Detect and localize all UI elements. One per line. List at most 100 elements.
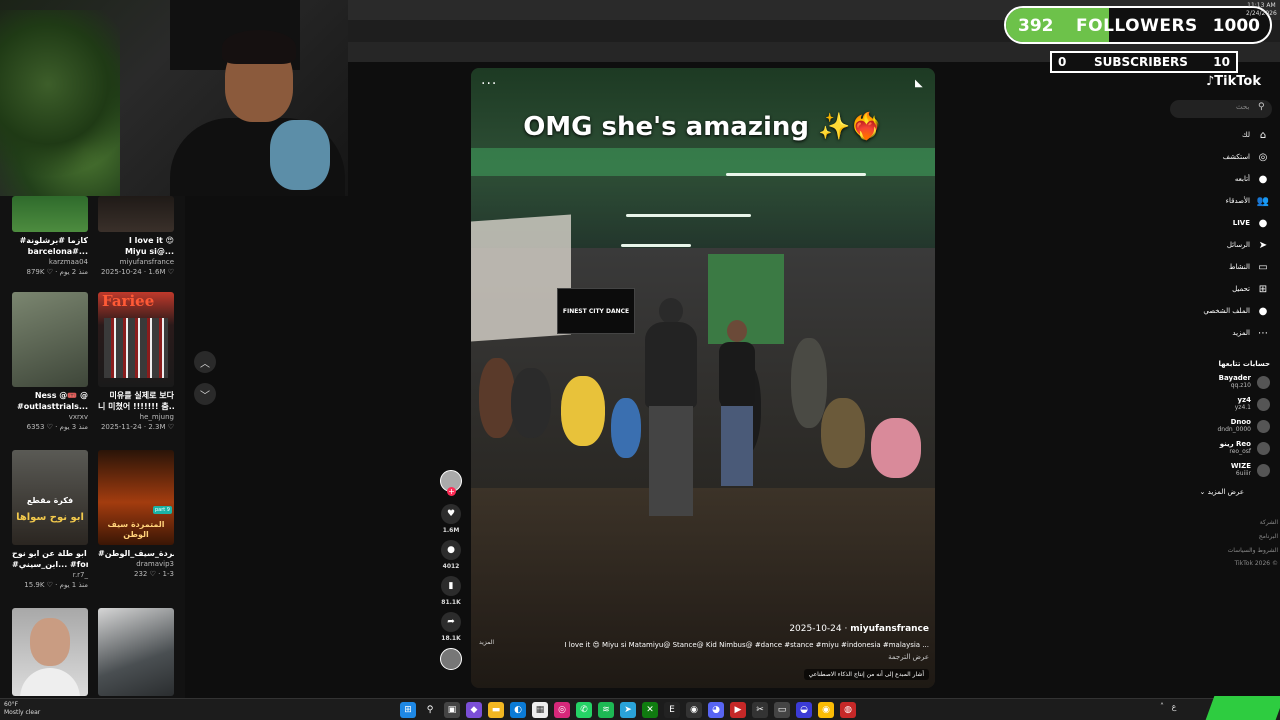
grid-card-4[interactable]: Fariee 미유를 실제로 보다 니 미쳤어 !!!!!!! 춤... he_… — [98, 292, 178, 432]
comment-button[interactable]: ● 4012 — [436, 540, 466, 570]
grid-card-3[interactable]: Ness @🎟️ @ #outlasttrials... vxrxv 6353 … — [12, 292, 92, 432]
grid-thumbnail[interactable] — [12, 292, 88, 387]
author-avatar[interactable]: + — [440, 470, 462, 496]
grid-thumbnail[interactable] — [98, 196, 174, 232]
copilot-icon[interactable]: ◆ — [466, 702, 482, 718]
footer-terms[interactable]: الشروط والسياسات — [1228, 547, 1278, 554]
chrome-icon[interactable]: ◉ — [818, 702, 834, 718]
sidebar-item-following-avatar[interactable]: أتابعه ● — [1150, 172, 1270, 186]
search-icon[interactable]: ⚲ — [422, 702, 438, 718]
grid-card-1[interactable]: #كازما #برشلونة barcelona#... karzmaa04 … — [12, 196, 92, 277]
heart-icon[interactable]: ♥ — [441, 504, 461, 524]
language-indicator[interactable]: ع — [1172, 702, 1177, 711]
sidebar-item-label: المزيد — [1232, 329, 1250, 337]
sidebar-item-upload[interactable]: تحميل ⊞ — [1150, 282, 1270, 296]
grid-thumbnail[interactable]: Fariee — [98, 292, 174, 387]
edge-icon[interactable]: ◐ — [510, 702, 526, 718]
sidebar-item-more[interactable]: المزيد ⋯ — [1150, 326, 1270, 340]
whatsapp-icon[interactable]: ✆ — [576, 702, 592, 718]
telegram-icon[interactable]: ➤ — [620, 702, 636, 718]
grid-card-user[interactable]: r.r7_ — [12, 570, 88, 580]
author-avatar-button[interactable]: + — [436, 470, 466, 496]
taskbar-clock[interactable]: 11:13 AM 2/24/2026 — [1246, 2, 1277, 18]
weather-widget[interactable]: 60°F Mostly clear — [4, 701, 40, 717]
sidebar-item-live[interactable]: LIVE ● — [1150, 216, 1270, 230]
video-player[interactable]: FINEST CITY DANCE OMG she's amazing ✨❤️‍… — [471, 68, 935, 688]
sidebar-item-friends[interactable]: الأصدقاء 👥 — [1150, 194, 1270, 208]
bookmark-icon[interactable]: ▮ — [441, 576, 461, 596]
search-icon[interactable]: ⚲ — [1258, 102, 1265, 112]
youtube-studio-icon[interactable]: ▶ — [730, 702, 746, 718]
grid-thumbnail[interactable] — [12, 608, 88, 696]
see-more-link[interactable]: ⌄ عرض المزيد — [1200, 488, 1244, 496]
footer-company[interactable]: الشركة — [1260, 519, 1278, 526]
grid-card-7[interactable] — [12, 608, 92, 696]
windows-start-icon[interactable]: ⊞ — [400, 702, 416, 718]
grid-card-2[interactable]: I love it 😍 Miyu si@... miyufansfrance 2… — [98, 196, 178, 277]
spotify-icon[interactable]: ≋ — [598, 702, 614, 718]
capcut-icon[interactable]: ✂ — [752, 702, 768, 718]
report-flag-icon[interactable]: ◣ — [915, 78, 923, 89]
xbox-icon[interactable]: ✕ — [642, 702, 658, 718]
dancer-main — [641, 298, 701, 518]
video-light-strip — [626, 214, 751, 217]
sidebar-item-profile[interactable]: الملف الشخصي ● — [1150, 304, 1270, 318]
music-disc-button[interactable] — [436, 648, 466, 670]
see-translation-link[interactable]: عرض الترجمة — [509, 653, 929, 661]
grid-card-user[interactable]: miyufansfrance — [98, 257, 174, 267]
avatar — [1257, 397, 1270, 411]
following-account[interactable]: Dnoo dndn_0000 — [1150, 418, 1270, 434]
grid-card-user[interactable]: karzmaa04 — [12, 257, 88, 267]
more-options-icon[interactable]: ··· — [481, 76, 497, 92]
next-video-button[interactable]: ﹀ — [194, 383, 216, 405]
store-icon[interactable]: ▦ — [532, 702, 548, 718]
sound-label[interactable]: المزيد — [479, 639, 494, 646]
search-input[interactable]: بحث ⚲ — [1170, 100, 1272, 118]
account-handle: qq.z10 — [1230, 382, 1251, 389]
epic-games-icon[interactable]: E — [664, 702, 680, 718]
comment-icon[interactable]: ● — [441, 540, 461, 560]
grid-card-meta: 232 ♡ · 1-3 — [134, 570, 174, 578]
system-tray[interactable]: ˄ ع — [1160, 702, 1176, 711]
footer-program[interactable]: البرنامج — [1259, 533, 1278, 540]
grid-card-8[interactable] — [98, 608, 178, 696]
instagram-icon[interactable]: ◎ — [554, 702, 570, 718]
sidebar-item-send[interactable]: الرسائل ➤ — [1150, 238, 1270, 252]
grid-card-5[interactable]: فكرة مقطع ابو نوح سواها كلام ابو طلة عن … — [12, 450, 92, 590]
following-account[interactable]: yz4 yz4.1 — [1150, 396, 1270, 412]
sidebar-item-compass[interactable]: استكشف ◎ — [1150, 150, 1270, 164]
save-button[interactable]: ▮ 81.1K — [436, 576, 466, 606]
grid-card-6[interactable]: المتمردة سيف الوطن part 9 #المتمردة_سيف_… — [98, 450, 178, 579]
terminal-icon[interactable]: ▭ — [774, 702, 790, 718]
grid-card-title-2: Miyu si@... — [124, 247, 174, 256]
like-button[interactable]: ♥ 1.6M — [436, 504, 466, 534]
share-button[interactable]: ➦ 18.1K — [436, 612, 466, 642]
discord-icon[interactable]: ◕ — [708, 702, 724, 718]
music-disc-icon[interactable] — [440, 648, 462, 670]
comment-count: 4012 — [442, 563, 460, 570]
file-explorer-icon[interactable]: ▬ — [488, 702, 504, 718]
author-name[interactable]: miyufansfrance — [850, 624, 929, 634]
streamlabs-icon[interactable]: ◒ — [796, 702, 812, 718]
sidebar-item-label: لك — [1241, 131, 1250, 139]
grid-thumbnail[interactable] — [12, 196, 88, 232]
previous-video-button[interactable]: ︿ — [194, 351, 216, 373]
task-view-icon[interactable]: ▣ — [444, 702, 460, 718]
tray-chevron-icon[interactable]: ˄ — [1160, 702, 1164, 711]
grid-thumbnail[interactable] — [98, 608, 174, 696]
share-icon[interactable]: ➦ — [441, 612, 461, 632]
obs-icon[interactable]: ◉ — [686, 702, 702, 718]
grid-card-user[interactable]: he_mjung — [98, 412, 174, 422]
sidebar-item-home[interactable]: لك ⌂ — [1150, 128, 1270, 142]
follow-plus-icon[interactable]: + — [447, 487, 456, 496]
tiktok-logo[interactable]: ♪TikTok — [1206, 74, 1261, 89]
following-account[interactable]: WIZE 6uiiir — [1150, 462, 1270, 478]
grid-thumbnail[interactable]: فكرة مقطع ابو نوح سواها — [12, 450, 88, 545]
app-icon[interactable]: ◍ — [840, 702, 856, 718]
sidebar-item-inbox[interactable]: النشاط ▭ — [1150, 260, 1270, 274]
grid-card-user[interactable]: dramavip3 — [98, 559, 174, 569]
grid-thumbnail[interactable]: المتمردة سيف الوطن part 9 — [98, 450, 174, 545]
grid-card-user[interactable]: vxrxv — [12, 412, 88, 422]
following-account[interactable]: Bayader qq.z10 — [1150, 374, 1270, 390]
following-account[interactable]: رينو Reo reo_osf — [1150, 440, 1270, 456]
